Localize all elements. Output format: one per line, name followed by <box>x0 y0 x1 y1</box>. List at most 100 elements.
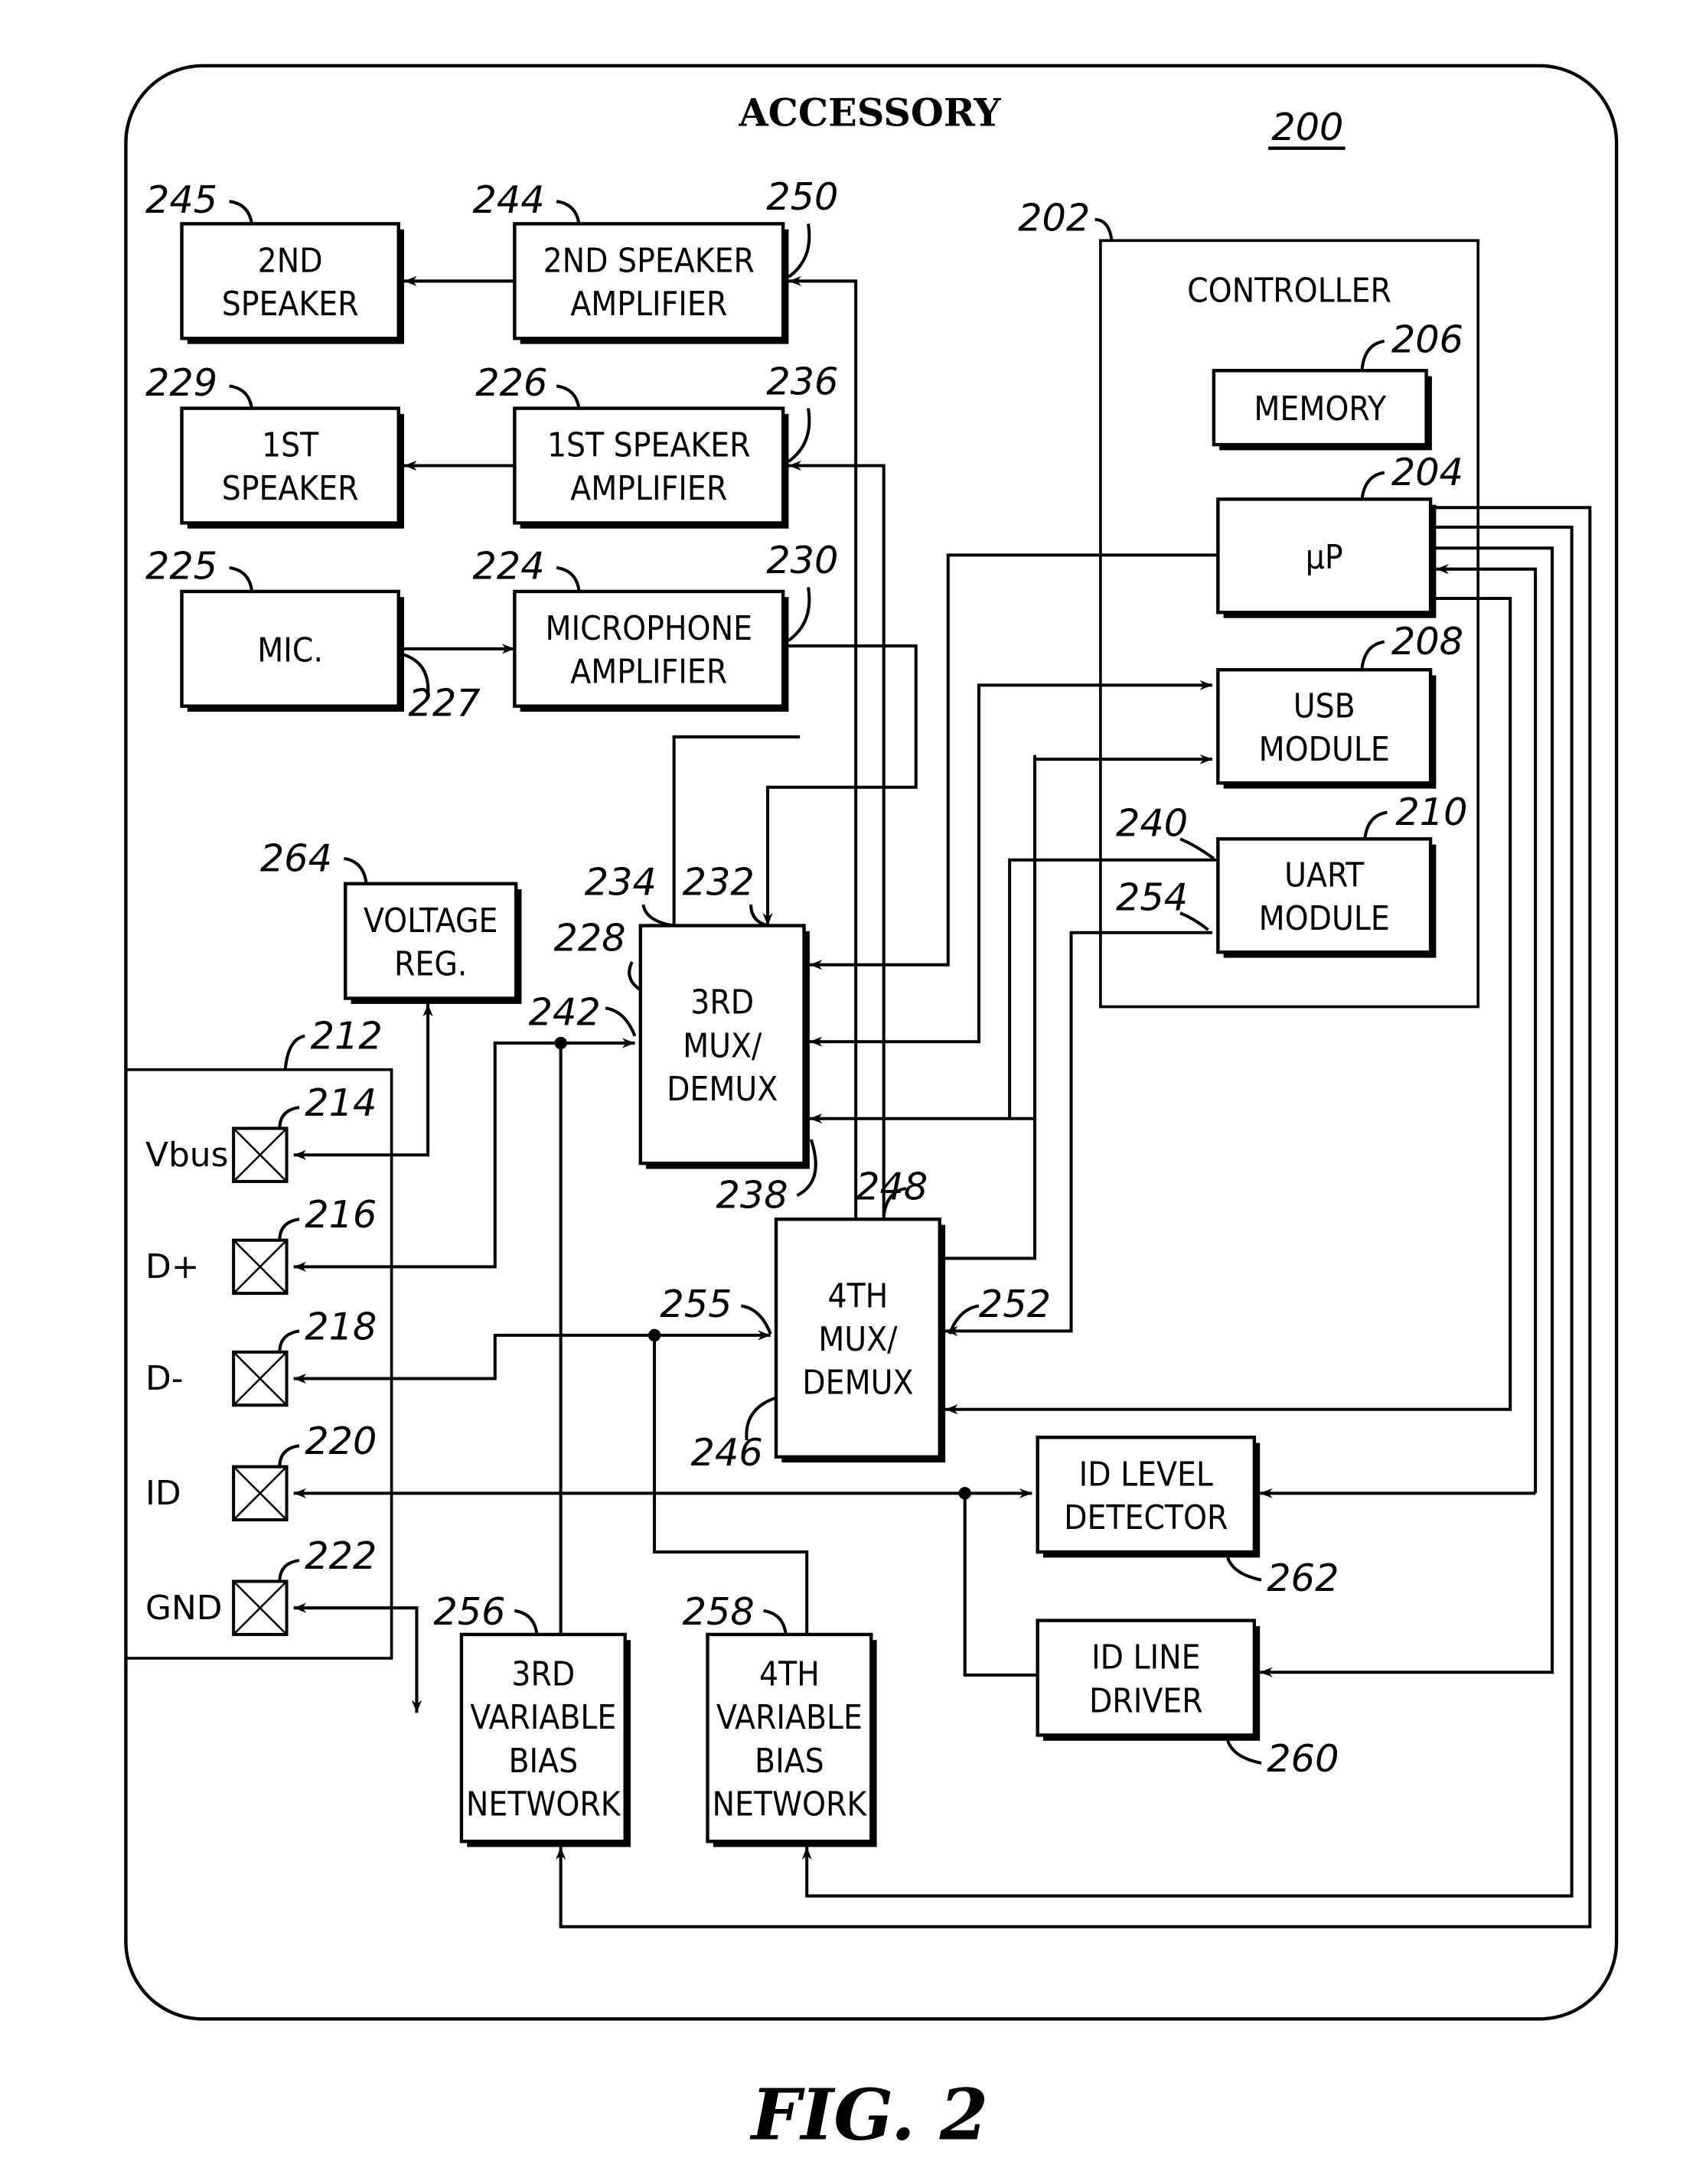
block-label-line: UART <box>1284 856 1365 895</box>
block-label-line: SPEAKER <box>222 469 359 508</box>
accessory-title: ACCESSORY <box>738 91 1001 135</box>
pin-ref: 216 <box>305 1192 377 1237</box>
ref-numeral: 258 <box>683 1589 755 1634</box>
block-label-line: 2ND <box>258 241 323 280</box>
pin-ref: 220 <box>305 1419 377 1463</box>
ref-numeral: 240 <box>1116 801 1188 846</box>
block-label-line: MEMORY <box>1254 390 1387 429</box>
mic-amp-block: MICROPHONE AMPLIFIER <box>513 589 789 712</box>
block-label-line: NETWORK <box>712 1785 867 1824</box>
ref-numeral: 245 <box>145 178 217 222</box>
ref-numeral: 262 <box>1267 1556 1339 1600</box>
block-label-line: MUX/ <box>818 1320 898 1359</box>
connector-ref: 212 <box>311 1013 383 1058</box>
block-label-line: MODULE <box>1259 730 1390 769</box>
block-label-line: 1ST SPEAKER <box>547 426 751 465</box>
ref-numeral: 225 <box>145 543 217 588</box>
block-label-line: 1ST <box>262 426 319 465</box>
ref-numeral: 244 <box>473 178 545 222</box>
block-label-line: USB <box>1293 686 1355 725</box>
ref-leader <box>556 384 581 409</box>
ref-leader <box>514 1609 539 1635</box>
block-label-line: VOLTAGE <box>364 901 497 940</box>
pins-layer: Vbus 214 D+ 216 D- 218 ID 220 GND 222 <box>145 1081 377 1636</box>
id-level-block: ID LEVEL DETECTOR <box>1036 1436 1261 1558</box>
connector-pin-id: ID 220 <box>145 1419 377 1522</box>
ref-numeral: 238 <box>716 1173 788 1217</box>
pin-label: GND <box>145 1589 223 1628</box>
pin-label: ID <box>145 1474 181 1513</box>
ref-leader <box>1226 1739 1262 1765</box>
block-label-line: AMPLIFIER <box>570 653 727 692</box>
figure-caption: FIG. 2 <box>749 2073 989 2156</box>
ref-numeral: 230 <box>766 538 838 582</box>
ref-numeral: 224 <box>473 543 545 588</box>
wire-uart-254-to-mux4 <box>945 931 1213 1337</box>
ref-numeral: 255 <box>660 1282 732 1326</box>
pin-ref: 222 <box>305 1534 377 1578</box>
ref-leader <box>749 905 768 927</box>
ref-numeral: 232 <box>683 859 755 904</box>
ref-leader <box>344 856 368 885</box>
uart-block: UART MODULE <box>1216 837 1437 958</box>
block-label-line: AMPLIFIER <box>570 469 727 508</box>
block-label-line: MUX/ <box>683 1026 762 1065</box>
ref-numeral: 248 <box>856 1165 928 1209</box>
ref-numeral: 260 <box>1267 1736 1339 1781</box>
block-label-line: BIAS <box>755 1742 824 1781</box>
ref-numeral: 206 <box>1391 317 1463 361</box>
controller-ref: 202 <box>1018 196 1090 240</box>
mux4-block: 4TH MUX/DEMUX <box>774 1217 946 1463</box>
wire-micamp-to-mux3 <box>762 644 918 926</box>
block-label-line: 4TH <box>759 1655 820 1694</box>
wire-mux4-to-uart <box>945 755 1037 1260</box>
pin-ref: 218 <box>305 1304 377 1348</box>
figure-ref-number: 200 <box>1271 105 1343 149</box>
pin-label: Vbus <box>145 1136 228 1175</box>
connector-pin-vbus: Vbus 214 <box>145 1081 377 1183</box>
bias3-block: 3RD VARIABLE BIAS NETWORK <box>459 1632 631 1847</box>
ref-leader <box>605 1006 637 1037</box>
block-label-line: SPEAKER <box>222 285 359 324</box>
pin-leader <box>278 1106 300 1129</box>
speaker2-amp-block: 2ND SPEAKER AMPLIFIER <box>513 222 789 344</box>
ref-leader <box>628 961 641 992</box>
ref-leader <box>229 566 253 591</box>
pin-label: D+ <box>145 1247 199 1286</box>
ref-leader <box>1363 810 1388 839</box>
id-driver-block: ID LINE DRIVER <box>1036 1618 1261 1741</box>
ref-leader <box>1226 1557 1262 1582</box>
junction-dot <box>958 1487 971 1500</box>
block-label-line: DRIVER <box>1089 1681 1203 1720</box>
speaker2-block: 2ND SPEAKER <box>180 222 405 344</box>
connector-pin-dminus: D- 218 <box>145 1304 377 1407</box>
block-label-line: DEMUX <box>667 1070 778 1109</box>
junction-dot <box>647 1328 661 1342</box>
block-label-line: MODULE <box>1259 899 1390 938</box>
block-label-line: ID LEVEL <box>1079 1455 1213 1494</box>
ref-numeral: 234 <box>585 859 657 904</box>
bias4-block: 4TH VARIABLE BIAS NETWORK <box>706 1632 877 1847</box>
block-label-line: VARIABLE <box>716 1698 863 1737</box>
block-label-line: REG. <box>394 944 467 983</box>
ref-numeral: 226 <box>475 360 547 405</box>
pin-label: D- <box>145 1359 184 1398</box>
ref-numeral: 236 <box>766 359 838 403</box>
ref-numeral: 208 <box>1391 619 1463 663</box>
speaker1-block: 1ST SPEAKER <box>180 406 405 529</box>
ref-leader <box>229 200 253 224</box>
block-label-line: VARIABLE <box>470 1698 616 1737</box>
block-label-line: AMPLIFIER <box>570 285 727 324</box>
block-label-line: µP <box>1306 538 1343 577</box>
pin-leader <box>278 1217 300 1240</box>
ref-numeral: 252 <box>979 1282 1051 1326</box>
block-label-line: 3RD <box>690 983 754 1022</box>
memory-block: MEMORY <box>1212 369 1432 451</box>
ref-numeral: 264 <box>260 836 332 880</box>
ref-leader <box>740 1304 772 1335</box>
controller-leader <box>1094 217 1114 241</box>
speaker1-amp-block: 1ST SPEAKER AMPLIFIER <box>513 406 789 529</box>
block-label-line: 3RD <box>511 1655 575 1694</box>
block-label-line: ID LINE <box>1091 1638 1200 1677</box>
ref-leader <box>788 223 811 279</box>
